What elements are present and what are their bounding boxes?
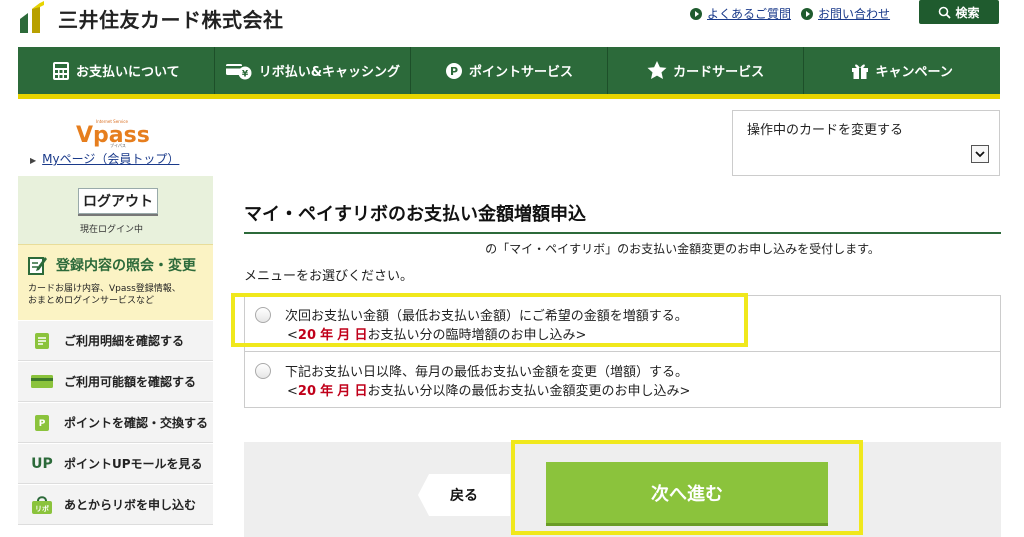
nav-item-label: リボ払い&キャッシング — [258, 65, 401, 80]
registration-title: 登録内容の照会・変更 — [28, 255, 196, 275]
option-prefix: < — [287, 384, 298, 399]
revo-bag-icon: リボ — [30, 495, 54, 515]
option-month-unit: 月 — [337, 384, 351, 399]
logout-panel: ログアウト 現在ログイン中 — [18, 176, 213, 244]
arrow-circle-icon — [801, 7, 814, 20]
option-day-unit: 日 — [354, 384, 368, 399]
sidebar-item-revo-apply[interactable]: リボ あとからリボを申し込む — [18, 484, 213, 525]
sidebar-item-label: あとからリボを申し込む — [64, 498, 197, 512]
faq-link[interactable]: よくあるご質問 — [690, 5, 791, 22]
card-select[interactable]: 操作中のカードを変更する — [732, 110, 1000, 176]
statement-icon — [30, 332, 54, 350]
logged-in-status: 現在ログイン中 — [80, 225, 144, 235]
registration-desc: カードお届け内容、Vpass登録情報、 おまとめログインサービスなど — [28, 283, 181, 307]
edit-icon — [28, 257, 47, 275]
faq-link-label: よくあるご質問 — [707, 7, 792, 21]
svg-text:P: P — [39, 419, 46, 429]
star-icon — [647, 61, 667, 80]
arrow-circle-icon — [690, 7, 702, 20]
accepted-text: の「マイ・ペイすリボ」のお支払い金額変更のお申し込みを受付します。 — [485, 242, 880, 256]
nav-item-campaign[interactable]: キャンペーン — [804, 47, 1000, 94]
point-icon: P — [30, 414, 54, 432]
global-nav: お支払いについて ¥ リボ払い&キャッシング P ポイントサービス カードサービ… — [18, 47, 1000, 99]
nav-item-card-service[interactable]: カードサービス — [608, 47, 805, 94]
logout-button[interactable]: ログアウト — [78, 188, 158, 214]
contact-link[interactable]: お問い合わせ — [801, 5, 890, 22]
registration-title-label: 登録内容の照会・変更 — [56, 258, 196, 274]
nav-item-revo-cashing[interactable]: ¥ リボ払い&キャッシング — [215, 47, 412, 94]
vpass-logo-kana: ブイパス — [110, 142, 126, 148]
nav-item-points[interactable]: P ポイントサービス — [411, 47, 608, 94]
svg-text:P: P — [450, 65, 458, 78]
option-year: 20 — [297, 384, 316, 399]
option-monthly-change[interactable]: 下記お支払い日以降、毎月の最低お支払い金額を変更（増額）する。 <20 年 月 … — [245, 352, 1000, 408]
help-links: よくあるご質問 お問い合わせ — [690, 5, 900, 22]
highlight-box — [231, 293, 748, 347]
triangle-icon: ▶ — [30, 156, 37, 165]
revo-bag-icon-text: リボ — [35, 504, 49, 513]
calculator-icon — [52, 61, 70, 81]
sidebar-item-available[interactable]: ご利用可能額を確認する — [18, 361, 213, 402]
nav-item-label: ポイントサービス — [468, 65, 573, 80]
option-suffix: お支払い分以降の最低お支払い金額変更のお申し込み> — [367, 384, 691, 399]
company-name[interactable]: 三井住友カード株式会社 — [58, 4, 284, 33]
sidebar-item-label: ポイントを確認・交換する — [64, 416, 209, 430]
registration-desc-line: おまとめログインサービスなど — [28, 296, 155, 306]
gift-icon — [851, 62, 869, 80]
sidebar-item-label: ポイントUPモールを見る — [64, 457, 203, 471]
registration-desc-line: カードお届け内容、Vpass登録情報、 — [28, 284, 181, 294]
search-button-label: 検索 — [955, 5, 980, 20]
search-icon — [939, 6, 952, 19]
company-logo-icon[interactable] — [18, 1, 48, 33]
choose-prompt: メニューをお選びください。 — [244, 269, 414, 284]
nav-item-label: お支払いについて — [75, 65, 180, 80]
point-p-icon: P — [445, 62, 463, 80]
card-select-label: 操作中のカードを変更する — [747, 123, 904, 138]
search-button[interactable]: 検索 — [919, 0, 999, 24]
svg-text:¥: ¥ — [242, 69, 249, 79]
contact-link-label: お問い合わせ — [818, 7, 891, 21]
vpass-logo[interactable]: Internet Service Vpass ブイパス — [76, 118, 156, 148]
mypage-link-label: Myページ（会員トップ） — [42, 152, 180, 166]
sidebar-item-points[interactable]: P ポイントを確認・交換する — [18, 402, 213, 443]
chevron-down-icon[interactable] — [971, 145, 989, 163]
nav-item-payment[interactable]: お支払いについて — [18, 47, 215, 94]
option-year-unit: 年 — [320, 384, 334, 399]
mypage-link[interactable]: ▶ Myページ（会員トップ） — [30, 150, 179, 167]
nav-item-label: キャンペーン — [875, 65, 953, 80]
registration-panel[interactable]: 登録内容の照会・変更 カードお届け内容、Vpass登録情報、 おまとめログインサ… — [18, 244, 213, 320]
sidebar-item-label: ご利用可能額を確認する — [64, 375, 197, 389]
sidebar-item-label: ご利用明細を確認する — [64, 334, 185, 348]
radio-monthly-change[interactable] — [255, 363, 271, 379]
sidebar: ログアウト 現在ログイン中 登録内容の照会・変更 カードお届け内容、Vpass登… — [18, 176, 213, 525]
sidebar-item-statement[interactable]: ご利用明細を確認する — [18, 320, 213, 361]
nav-item-label: カードサービス — [673, 65, 765, 80]
card-icon — [30, 374, 54, 389]
card-yen-icon: ¥ — [225, 62, 253, 80]
option-date-line: <20 年 月 日お支払い分以降の最低お支払い金額変更のお申し込み> — [287, 380, 690, 399]
highlight-box — [511, 440, 863, 535]
option-text: 下記お支払い日以降、毎月の最低お支払い金額を変更（増額）する。 — [285, 365, 689, 380]
back-button[interactable]: 戻る — [418, 474, 510, 516]
sidebar-item-up-mall[interactable]: UP ポイントUPモールを見る — [18, 443, 213, 484]
header: 三井住友カード株式会社 よくあるご質問 お問い合わせ 検索 — [0, 0, 1024, 40]
page-title: マイ・ペイすリボのお支払い金額増額申込 — [244, 200, 1001, 234]
up-icon: UP — [31, 455, 53, 472]
